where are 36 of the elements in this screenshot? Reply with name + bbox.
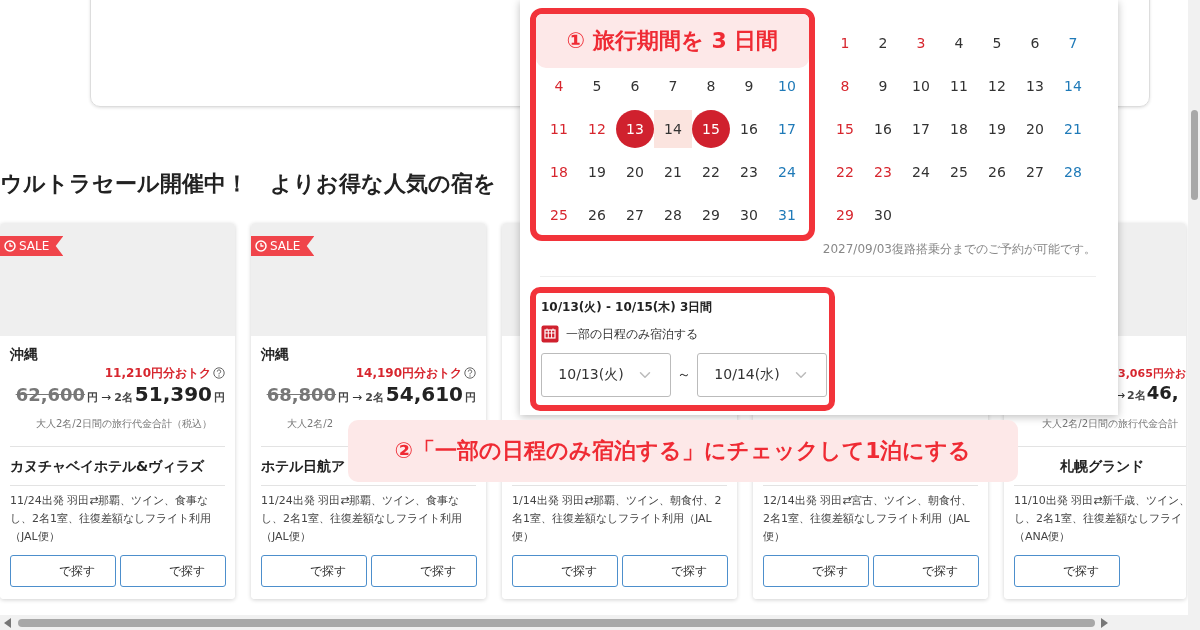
price-arrow: → xyxy=(101,390,112,404)
range-separator: ～ xyxy=(677,366,691,384)
savings-text: 3,065円分お xyxy=(1118,365,1186,381)
sale-label: SALE xyxy=(270,239,301,253)
plan-description: 12/14出発 羽田⇄宮古、ツイン、朝食付、 2名1室、往復差額なしフライト利用（JAL 便） xyxy=(763,493,973,545)
plan-description: 11/10出発 羽田⇄新千歳、ツイン、 し、2名1室、往復差額なしフライ （ANA便） xyxy=(1014,493,1186,545)
savings-text: 14,190円分おトク xyxy=(355,364,462,382)
region-name: 沖縄 xyxy=(261,345,289,364)
savings-text: 11,210円分おトク xyxy=(104,364,211,382)
plan-description: 1/14出発 羽田⇄那覇、ツイン、朝食付、2 名1室、往復差額なしフライト利用（JAL 便） xyxy=(512,493,722,545)
sale-price: 51,390 xyxy=(134,382,212,406)
yen-unit: 円 xyxy=(214,390,225,405)
people-count: 2名 xyxy=(1127,388,1146,403)
booking-note: 2027/09/03復路搭乗分までのご予約が可能です。 xyxy=(822,241,1096,258)
original-price: 62,600 xyxy=(15,384,86,405)
section-heading: ウルトラセール開催中！ よりお得な人気の宿を xyxy=(0,170,496,198)
yen-unit: 円 xyxy=(338,390,350,405)
step-callout: ②「一部の日程のみ宿泊する」にチェックして1泊にする xyxy=(348,420,1018,482)
sale-price: 46, xyxy=(1146,382,1179,403)
price-caption: 大人2名/2 xyxy=(286,417,334,431)
region-name: 沖縄 xyxy=(10,345,38,364)
original-price: 68,800 xyxy=(266,384,337,405)
sale-label: SALE xyxy=(19,239,50,253)
price-caption: 大人2名/2日間の旅行代金合計 xyxy=(1041,417,1179,431)
price-arrow: → xyxy=(352,390,363,404)
price-caption: 大人2名/2日間の旅行代金合計（税込） xyxy=(35,417,213,431)
plan-description: 11/24出発 羽田⇄那覇、ツイン、食事な し、2名1室、往復差額なしフライト利用 （JAL便） xyxy=(10,493,211,545)
plan-description: 11/24出発 羽田⇄那覇、ツイン、食事な し、2名1室、往復差額なしフライト利用 （JAL便） xyxy=(261,493,462,545)
people-count: 2名 xyxy=(114,390,133,405)
date-range-summary: 10/13(火) - 10/15(木) 3日間 xyxy=(541,299,713,316)
partial-stay-label: 一部の日程のみ宿泊する xyxy=(566,325,698,343)
yen-unit: 円 xyxy=(87,390,99,405)
sale-price: 54,610 xyxy=(385,382,463,406)
people-count: 2名 xyxy=(365,390,384,405)
step-callout: ① 旅行期間を 3 日間 xyxy=(536,14,809,68)
yen-unit: 円 xyxy=(465,390,476,405)
